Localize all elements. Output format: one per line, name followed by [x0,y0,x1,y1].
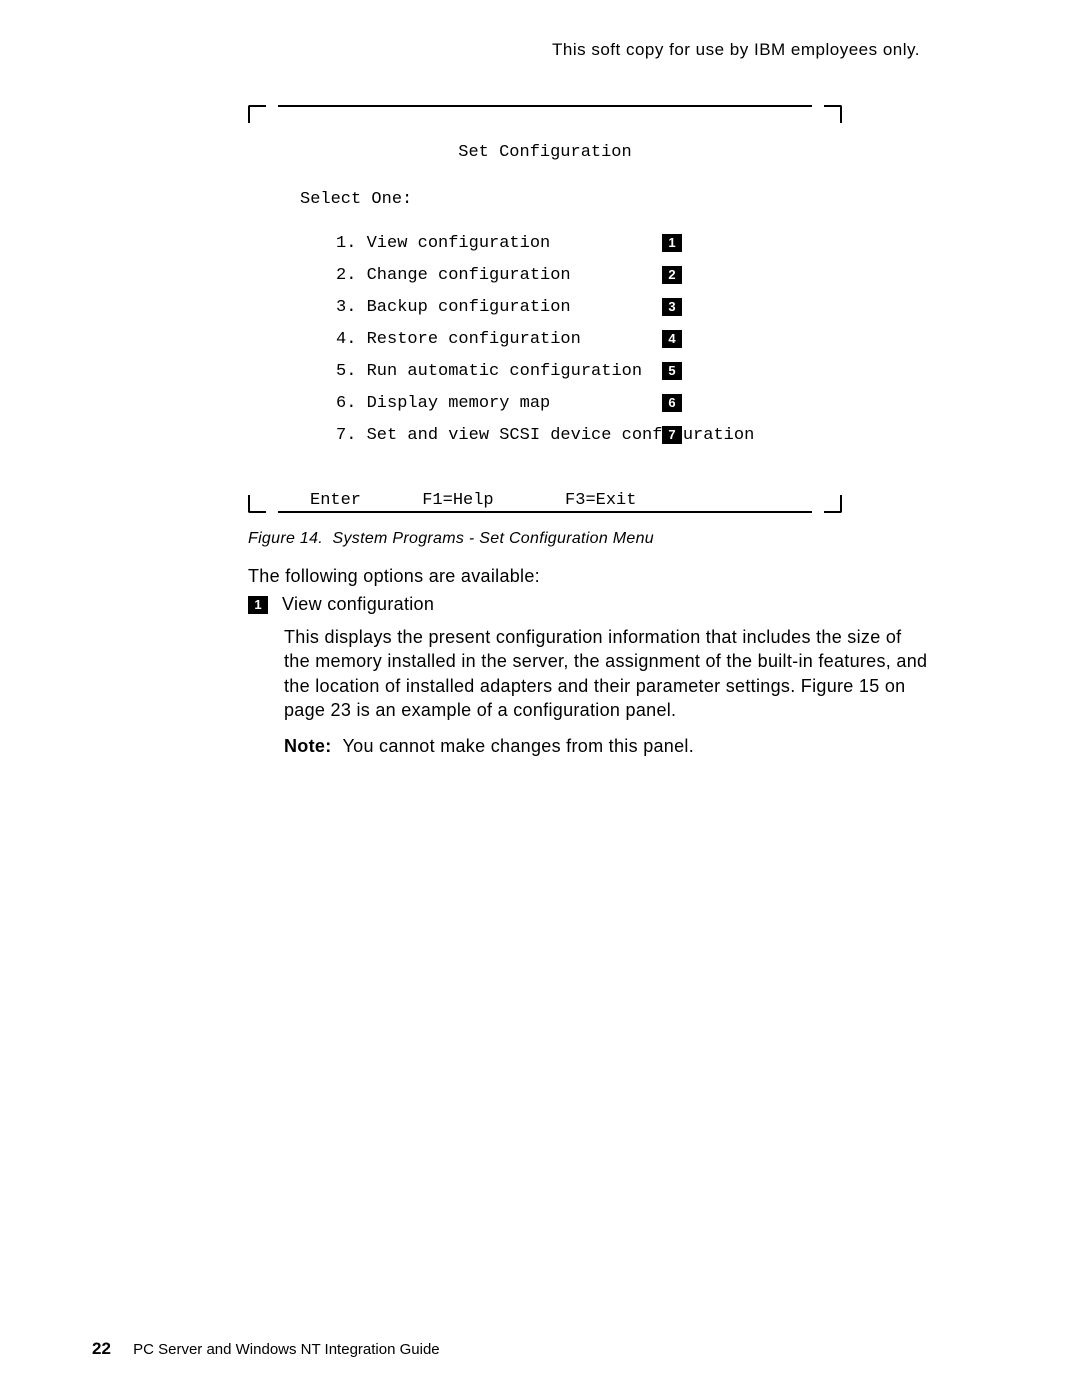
callout-badge-7: 7 [662,426,682,444]
note-label: Note: [284,736,332,756]
menu-item-view-config: 1. View configuration 1 [336,227,802,259]
callout-badge-5: 5 [662,362,682,380]
menu-item-label: 1. View configuration [336,234,662,253]
menu-item-backup-config: 3. Backup configuration 3 [336,291,802,323]
page-number: 22 [92,1339,111,1358]
callout-badge-3: 3 [662,298,682,316]
option-description-block: 1 View configuration This displays the p… [248,594,928,757]
panel-key-hints: Enter F1=Help F3=Exit [310,491,802,510]
menu-item-run-auto-config: 5. Run automatic configuration 5 [336,355,802,387]
menu-item-label: 2. Change configuration [336,266,662,285]
figure-caption: Figure 14. System Programs - Set Configu… [248,530,654,548]
option-1-paragraph: This displays the present configuration … [284,625,928,722]
note-text: You cannot make changes from this panel. [342,736,694,756]
menu-item-restore-config: 4. Restore configuration 4 [336,323,802,355]
document-page: This soft copy for use by IBM employees … [0,0,1080,1397]
header-confidentiality-note: This soft copy for use by IBM employees … [552,40,920,60]
options-intro: The following options are available: [248,566,540,587]
menu-item-label: 3. Backup configuration [336,298,662,317]
page-footer: 22 PC Server and Windows NT Integration … [92,1339,440,1359]
panel-select-label: Select One: [300,190,802,209]
option-1-title: View configuration [282,594,434,615]
callout-badge-2: 2 [662,266,682,284]
menu-item-change-config: 2. Change configuration 2 [336,259,802,291]
menu-item-label: 5. Run automatic configuration [336,362,662,381]
menu-item-display-memory-map: 6. Display memory map 6 [336,387,802,419]
option-1-note: Note: You cannot make changes from this … [284,736,928,757]
menu-item-label: 6. Display memory map [336,394,662,413]
panel-title: Set Configuration [288,143,802,162]
menu-item-label: 7. Set and view SCSI device configuratio… [336,426,662,445]
callout-badge-4: 4 [662,330,682,348]
callout-badge-6: 6 [662,394,682,412]
config-panel: Set Configuration Select One: 1. View co… [248,105,842,513]
option-1-row: 1 View configuration [248,594,928,615]
menu-item-scsi-config: 7. Set and view SCSI device configuratio… [336,419,802,451]
book-title: PC Server and Windows NT Integration Gui… [133,1341,440,1358]
callout-badge-1: 1 [662,234,682,252]
menu-item-label: 4. Restore configuration [336,330,662,349]
panel-menu-list: 1. View configuration 1 2. Change config… [336,227,802,451]
callout-badge-1-body: 1 [248,596,268,614]
